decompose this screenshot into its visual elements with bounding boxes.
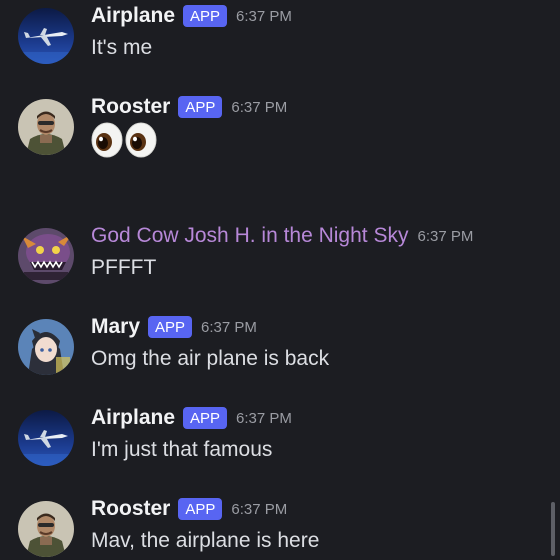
author-name[interactable]: Rooster [91,497,170,521]
app-badge: APP [183,5,228,27]
message-text: Mav, the airplane is here [91,529,320,552]
message-text: I'm just that famous [91,438,273,461]
timestamp: 6:37 PM [231,500,288,518]
app-badge: APP [178,498,223,520]
author-name[interactable]: Mary [91,315,140,339]
anime-avatar[interactable] [18,319,74,375]
app-badge: APP [148,316,193,338]
author-name[interactable]: Airplane [91,4,175,28]
airplane-avatar[interactable] [18,8,74,64]
pilot-avatar[interactable] [18,99,74,155]
timestamp: 6:37 PM [236,7,292,25]
scrollbar-thumb[interactable] [551,502,555,556]
message-text: PFFFT [91,256,157,279]
app-badge: APP [183,407,228,429]
message-item: Airplane APP 6:37 PM It's me [0,3,560,83]
message-header: Mary APP 6:37 PM [91,314,257,340]
message-header: Airplane APP 6:37 PM [91,3,292,29]
app-badge: APP [178,96,223,118]
author-name[interactable]: God Cow Josh H. in the Night Sky [91,224,408,248]
message-item: Airplane APP 6:37 PM I'm just that famou… [0,405,560,485]
pilot-avatar[interactable] [18,501,74,557]
message-header: Airplane APP 6:37 PM [91,405,292,431]
message-text: It's me [91,36,153,59]
eye-emoji-icon [125,122,157,158]
timestamp: 6:37 PM [231,98,288,116]
message-item: Rooster APP 6:37 PM Mav, the airplane is… [0,496,560,560]
author-name[interactable]: Airplane [91,406,175,430]
eye-emoji-icon [91,122,123,158]
airplane-avatar[interactable] [18,410,74,466]
message-header: Rooster APP 6:37 PM [91,496,287,522]
timestamp: 6:37 PM [417,227,474,245]
message-item: Rooster APP 6:37 PM [0,94,560,174]
message-header: Rooster APP 6:37 PM [91,94,287,120]
message-content [91,122,159,158]
timestamp: 6:37 PM [201,318,257,336]
creature-avatar[interactable] [18,228,74,284]
message-header: God Cow Josh H. in the Night Sky 6:37 PM [91,223,473,249]
chat-message-list: Airplane APP 6:37 PM It's me Rooster APP… [0,0,560,560]
message-text: Omg the air plane is back [91,347,330,370]
timestamp: 6:37 PM [236,409,292,427]
author-name[interactable]: Rooster [91,95,170,119]
message-item: God Cow Josh H. in the Night Sky 6:37 PM… [0,223,560,303]
message-item: Mary APP 6:37 PM Omg the air plane is ba… [0,314,560,394]
